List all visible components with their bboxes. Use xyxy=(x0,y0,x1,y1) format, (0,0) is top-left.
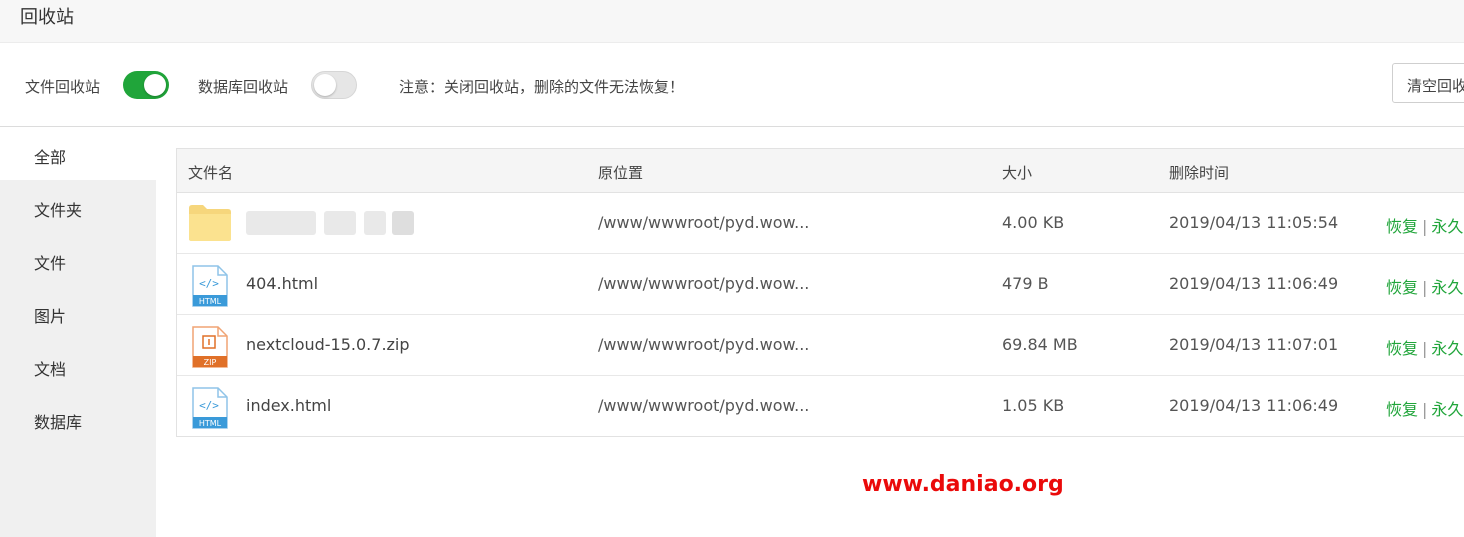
action-separator: | xyxy=(1422,217,1428,236)
table-row[interactable]: </> HTML index.html /www/wwwroot/pyd.wow… xyxy=(177,376,1464,437)
row-actions: 恢复|永久删除 xyxy=(1386,213,1464,237)
original-path: /www/wwwroot/pyd.wow... xyxy=(598,213,810,232)
deleted-time: 2019/04/13 11:06:49 xyxy=(1169,396,1339,415)
sidebar-item-all[interactable]: 全部 xyxy=(0,127,156,180)
table-row[interactable]: ZIP nextcloud-15.0.7.zip /www/wwwroot/py… xyxy=(177,315,1464,376)
file-recycle-toggle[interactable] xyxy=(123,71,169,99)
header-deleted-time: 删除时间 xyxy=(1169,164,1230,182)
sidebar-item-files[interactable]: 文件 xyxy=(0,233,156,286)
toggle-knob xyxy=(144,74,166,96)
blurred-filename xyxy=(246,211,416,235)
file-size: 4.00 KB xyxy=(1002,213,1065,232)
permanent-delete-link[interactable]: 永久删除 xyxy=(1431,278,1464,297)
db-recycle-label: 数据库回收站 xyxy=(198,78,289,96)
file-name: nextcloud-15.0.7.zip xyxy=(246,335,410,354)
sidebar-item-documents[interactable]: 文档 xyxy=(0,339,156,392)
action-separator: | xyxy=(1422,400,1428,419)
row-actions: 恢复|永久删除 xyxy=(1386,274,1464,298)
toggle-knob xyxy=(314,74,336,96)
table-row[interactable]: </> HTML 404.html /www/wwwroot/pyd.wow..… xyxy=(177,254,1464,315)
html-file-icon: </> HTML xyxy=(191,387,229,433)
svg-text:HTML: HTML xyxy=(199,419,222,428)
watermark-text: www.daniao.org xyxy=(862,472,1064,497)
action-separator: | xyxy=(1422,339,1428,358)
deleted-time: 2019/04/13 11:07:01 xyxy=(1169,335,1339,354)
svg-text:</>: </> xyxy=(199,277,219,290)
header-filename: 文件名 xyxy=(188,164,234,182)
warning-notice: 注意：关闭回收站，删除的文件无法恢复！ xyxy=(399,78,685,96)
action-separator: | xyxy=(1422,278,1428,297)
original-path: /www/wwwroot/pyd.wow... xyxy=(598,274,810,293)
file-size: 69.84 MB xyxy=(1002,335,1078,354)
sidebar-item-folders[interactable]: 文件夹 xyxy=(0,180,156,233)
restore-link[interactable]: 恢复 xyxy=(1386,339,1418,358)
sidebar-item-databases[interactable]: 数据库 xyxy=(0,392,156,445)
zip-file-icon: ZIP xyxy=(191,326,229,372)
permanent-delete-link[interactable]: 永久删除 xyxy=(1431,217,1464,236)
file-size: 479 B xyxy=(1002,274,1049,293)
permanent-delete-link[interactable]: 永久删除 xyxy=(1431,400,1464,419)
deleted-time: 2019/04/13 11:05:54 xyxy=(1169,213,1339,232)
category-sidebar: 全部 文件夹 文件 图片 文档 数据库 xyxy=(0,127,156,537)
file-recycle-label: 文件回收站 xyxy=(25,78,101,96)
clear-recycle-bin-button[interactable]: 清空回收站 xyxy=(1392,63,1464,103)
header-size: 大小 xyxy=(1002,164,1033,182)
original-path: /www/wwwroot/pyd.wow... xyxy=(598,335,810,354)
deleted-time: 2019/04/13 11:06:49 xyxy=(1169,274,1339,293)
permanent-delete-link[interactable]: 永久删除 xyxy=(1431,339,1464,358)
original-path: /www/wwwroot/pyd.wow... xyxy=(598,396,810,415)
title-bar: 回收站 xyxy=(0,0,1464,43)
db-recycle-toggle[interactable] xyxy=(311,71,357,99)
svg-text:HTML: HTML xyxy=(199,297,222,306)
sidebar-item-images[interactable]: 图片 xyxy=(0,286,156,339)
table-header: 文件名 原位置 大小 删除时间 xyxy=(177,149,1464,193)
table-row[interactable]: /www/wwwroot/pyd.wow... 4.00 KB 2019/04/… xyxy=(177,193,1464,254)
file-name: index.html xyxy=(246,396,332,415)
row-actions: 恢复|永久删除 xyxy=(1386,335,1464,359)
html-file-icon: </> HTML xyxy=(191,265,229,311)
window-title: 回收站 xyxy=(20,7,74,28)
svg-text:</>: </> xyxy=(199,399,219,412)
restore-link[interactable]: 恢复 xyxy=(1386,278,1418,297)
file-size: 1.05 KB xyxy=(1002,396,1065,415)
file-name: 404.html xyxy=(246,274,319,293)
row-actions: 恢复|永久删除 xyxy=(1386,396,1464,420)
restore-link[interactable]: 恢复 xyxy=(1386,217,1418,236)
header-location: 原位置 xyxy=(598,164,644,182)
toolbar: 文件回收站 数据库回收站 注意：关闭回收站，删除的文件无法恢复！ 清空回收站 xyxy=(0,43,1464,127)
folder-icon xyxy=(188,204,232,246)
restore-link[interactable]: 恢复 xyxy=(1386,400,1418,419)
recycle-table: 文件名 原位置 大小 删除时间 /www/wwwroot/pyd.wow... … xyxy=(176,148,1464,437)
svg-text:ZIP: ZIP xyxy=(204,358,217,367)
